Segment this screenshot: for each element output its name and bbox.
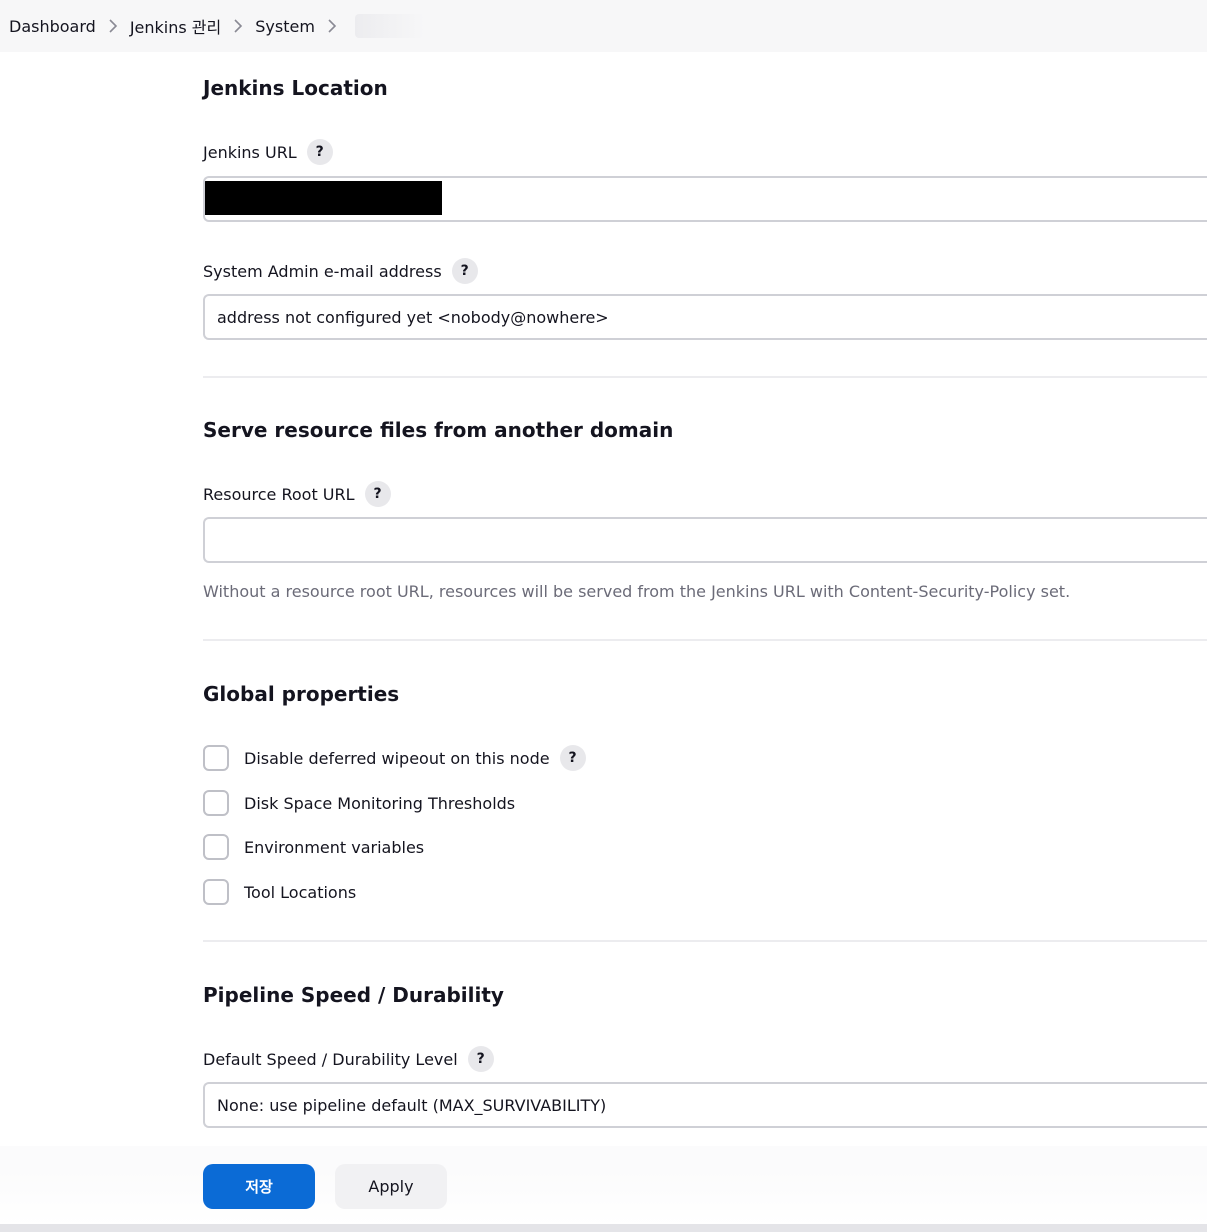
checkbox[interactable] (203, 790, 229, 816)
jenkins-url-label: Jenkins URL ? (203, 139, 333, 165)
admin-email-label: System Admin e-mail address ? (203, 258, 478, 284)
chevron-right-icon[interactable] (327, 18, 337, 34)
option-label: Disable deferred wipeout on this node (244, 748, 550, 768)
section-divider (203, 376, 1207, 378)
jenkins-url-input[interactable] (203, 176, 1207, 222)
section-title-global-properties: Global properties (203, 682, 400, 706)
durability-level-label-text: Default Speed / Durability Level (203, 1049, 458, 1069)
chevron-right-icon (108, 18, 118, 34)
breadcrumb-manage-jenkins[interactable]: Jenkins 관리 (130, 14, 221, 38)
help-icon[interactable]: ? (364, 481, 391, 507)
option-tool-locations[interactable]: Tool Locations (203, 879, 356, 905)
section-title-jenkins-location: Jenkins Location (203, 76, 388, 100)
section-divider (203, 639, 1207, 641)
help-icon[interactable]: ? (451, 258, 478, 284)
checkbox[interactable] (203, 745, 229, 771)
checkbox[interactable] (203, 834, 229, 860)
section-title-pipeline-speed: Pipeline Speed / Durability (203, 983, 504, 1007)
resource-root-url-input[interactable] (203, 517, 1207, 563)
chevron-right-icon (233, 18, 243, 34)
bottom-border (0, 1224, 1207, 1232)
jenkins-url-label-text: Jenkins URL (203, 142, 297, 162)
resource-root-url-hint: Without a resource root URL, resources w… (203, 582, 1071, 601)
option-environment-variables[interactable]: Environment variables (203, 834, 424, 860)
durability-level-label: Default Speed / Durability Level ? (203, 1046, 494, 1072)
option-label: Environment variables (244, 837, 425, 857)
breadcrumb-system[interactable]: System (255, 17, 315, 36)
section-divider (203, 940, 1207, 942)
redacted-block (205, 181, 442, 215)
checkbox[interactable] (203, 879, 229, 905)
admin-email-input[interactable]: address not configured yet <nobody@nowhe… (203, 294, 1207, 340)
option-disable-deferred-wipeout[interactable]: Disable deferred wipeout on this node ? (203, 745, 586, 771)
breadcrumb-dashboard[interactable]: Dashboard (9, 17, 96, 36)
resource-root-url-label-text: Resource Root URL (203, 484, 355, 504)
save-button[interactable]: 저장 (203, 1164, 315, 1209)
help-icon[interactable]: ? (559, 745, 586, 771)
option-label: Disk Space Monitoring Thresholds (244, 793, 516, 813)
bottom-action-bar (0, 1146, 1207, 1226)
apply-button[interactable]: Apply (335, 1164, 447, 1209)
help-icon[interactable]: ? (467, 1046, 494, 1072)
breadcrumb-fade (354, 14, 425, 38)
breadcrumb: Dashboard Jenkins 관리 System (0, 0, 1207, 52)
admin-email-label-text: System Admin e-mail address (203, 261, 442, 281)
option-disk-space-monitoring[interactable]: Disk Space Monitoring Thresholds (203, 790, 515, 816)
resource-root-url-label: Resource Root URL ? (203, 481, 391, 507)
durability-level-select[interactable]: None: use pipeline default (MAX_SURVIVAB… (203, 1082, 1207, 1128)
durability-level-value: None: use pipeline default (MAX_SURVIVAB… (217, 1095, 607, 1115)
section-title-resource-domain: Serve resource files from another domain (203, 418, 674, 442)
option-label: Tool Locations (244, 882, 357, 902)
help-icon[interactable]: ? (306, 139, 333, 165)
admin-email-value: address not configured yet <nobody@nowhe… (217, 307, 609, 327)
